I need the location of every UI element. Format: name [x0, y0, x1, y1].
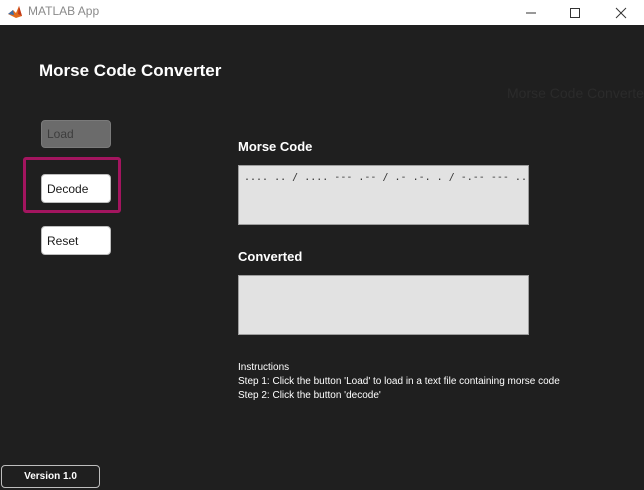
- converted-textarea[interactable]: [238, 275, 529, 335]
- close-icon: [615, 7, 627, 18]
- reset-button[interactable]: Reset: [41, 226, 111, 255]
- matlab-logo-icon: [8, 6, 22, 18]
- instructions-block: Instructions Step 1: Click the button 'L…: [238, 361, 560, 403]
- decode-button[interactable]: Decode: [41, 174, 111, 203]
- instructions-heading: Instructions: [238, 362, 290, 373]
- reset-button-label: Reset: [47, 233, 79, 248]
- load-button-label: Load: [47, 127, 74, 141]
- morse-code-textarea[interactable]: .... .. / .... --- .-- / .- .-. . / -.--…: [238, 165, 529, 225]
- version-label: Version 1.0: [24, 471, 77, 482]
- window-titlebar: MATLAB App: [0, 0, 644, 25]
- morse-code-label: Morse Code: [238, 139, 313, 154]
- close-button[interactable]: [598, 0, 644, 25]
- decode-button-label: Decode: [47, 181, 89, 196]
- version-button[interactable]: Version 1.0: [1, 465, 100, 488]
- ghost-title: Morse Code Converter: [507, 85, 644, 101]
- converted-label: Converted: [238, 249, 303, 264]
- app-canvas: Morse Code Converter Morse Code Converte…: [0, 25, 644, 490]
- instructions-step-1: Step 1: Click the button 'Load' to load …: [238, 376, 560, 387]
- minimize-button[interactable]: [508, 0, 554, 25]
- maximize-icon: [570, 7, 580, 18]
- minimize-icon: [526, 12, 536, 13]
- load-button[interactable]: Load: [41, 120, 111, 148]
- instructions-step-2: Step 2: Click the button 'decode': [238, 390, 381, 401]
- window-title: MATLAB App: [28, 4, 100, 18]
- maximize-button[interactable]: [552, 0, 598, 25]
- page-title: Morse Code Converter: [39, 61, 222, 80]
